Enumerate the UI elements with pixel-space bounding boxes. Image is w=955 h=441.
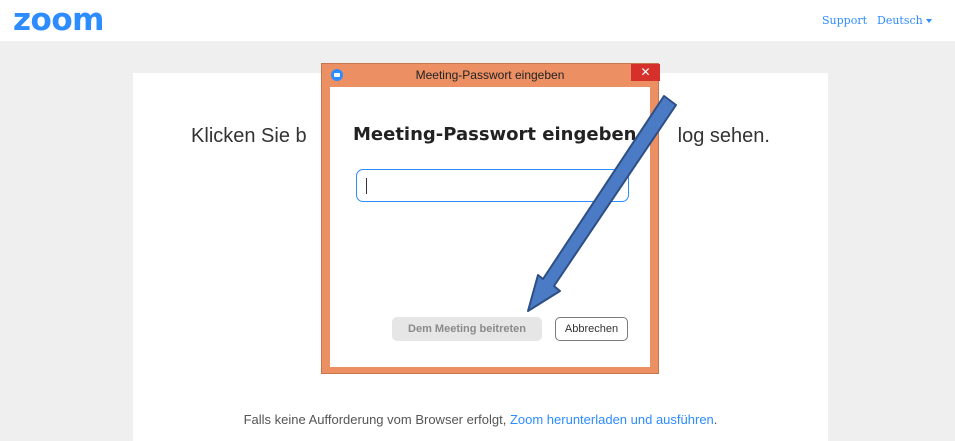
download-hint: Falls keine Aufforderung vom Browser erf… [133, 412, 828, 427]
password-dialog: Meeting-Passwort eingeben ✕ Meeting-Pass… [321, 63, 660, 374]
dialog-titlebar[interactable]: Meeting-Passwort eingeben ✕ [322, 64, 660, 86]
dialog-heading: Meeting-Passwort eingeben [353, 124, 637, 145]
zoom-launch-page: zoom Support Deutsch Klicken Sie b log se… [0, 0, 955, 441]
support-link[interactable]: Support [822, 14, 867, 27]
text-cursor [366, 178, 367, 194]
headline-left: Klicken Sie b [191, 125, 307, 147]
password-input[interactable] [356, 169, 629, 202]
download-hint-text: Falls keine Aufforderung vom Browser erf… [243, 412, 510, 427]
language-selector[interactable]: Deutsch [877, 14, 932, 27]
zoom-logo[interactable]: zoom [13, 2, 104, 38]
close-icon[interactable]: ✕ [631, 64, 660, 81]
language-label: Deutsch [877, 14, 923, 27]
download-link[interactable]: Zoom herunterladen und ausführen [510, 412, 714, 427]
join-meeting-button[interactable]: Dem Meeting beitreten [392, 317, 542, 341]
dialog-body: Meeting-Passwort eingeben Dem Meeting be… [330, 87, 650, 367]
cancel-button[interactable]: Abbrechen [555, 317, 628, 341]
top-header: zoom Support Deutsch [0, 0, 955, 41]
caret-down-icon [925, 19, 932, 23]
dialog-window-title: Meeting-Passwort eingeben [415, 68, 565, 82]
download-hint-end: . [713, 412, 718, 427]
headline-right: log sehen. [677, 125, 770, 147]
